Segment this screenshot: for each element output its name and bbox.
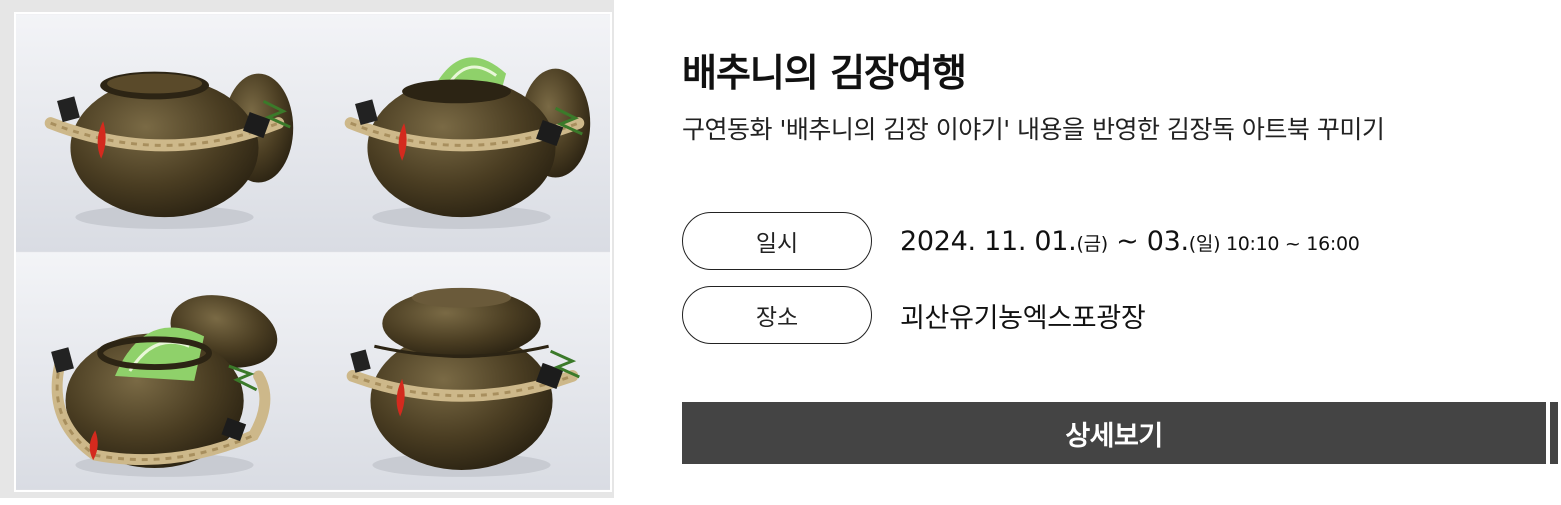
date-end-day: (일) [1188,232,1221,255]
place-row: 장소 괴산유기농엑스포광장 [682,286,1146,344]
place-value: 괴산유기농엑스포광장 [900,302,1146,334]
button-edge-divider [1550,402,1558,464]
photo-grid [14,12,612,492]
photo-panel-pot-cabbage-behind-lid [313,14,610,252]
event-photo [0,0,614,498]
date-main: 2024. 11. 01. [900,225,1077,257]
date-separator: ~ 03. [1107,225,1189,257]
date-start-day: (금) [1076,232,1108,255]
date-label-pill: 일시 [682,212,872,270]
date-row: 일시 2024. 11. 01.(금) ~ 03.(일) 10:10 ~ 16:… [682,212,1360,270]
photo-panel-pot-closed [313,252,610,490]
event-subtitle: 구연동화 '배추니의 김장 이야기' 내용을 반영한 김장독 아트북 꾸미기 [682,115,1385,144]
date-time: 10:10 ~ 16:00 [1220,232,1360,255]
photo-panel-pot-open-lid [16,14,313,252]
detail-view-button[interactable]: 상세보기 [682,402,1546,464]
date-value: 2024. 11. 01.(금) ~ 03.(일) 10:10 ~ 16:00 [900,226,1360,257]
event-title: 배추니의 김장여행 [682,51,967,95]
photo-panel-pot-cabbage-lid-tilted [16,252,313,490]
place-label-pill: 장소 [682,286,872,344]
